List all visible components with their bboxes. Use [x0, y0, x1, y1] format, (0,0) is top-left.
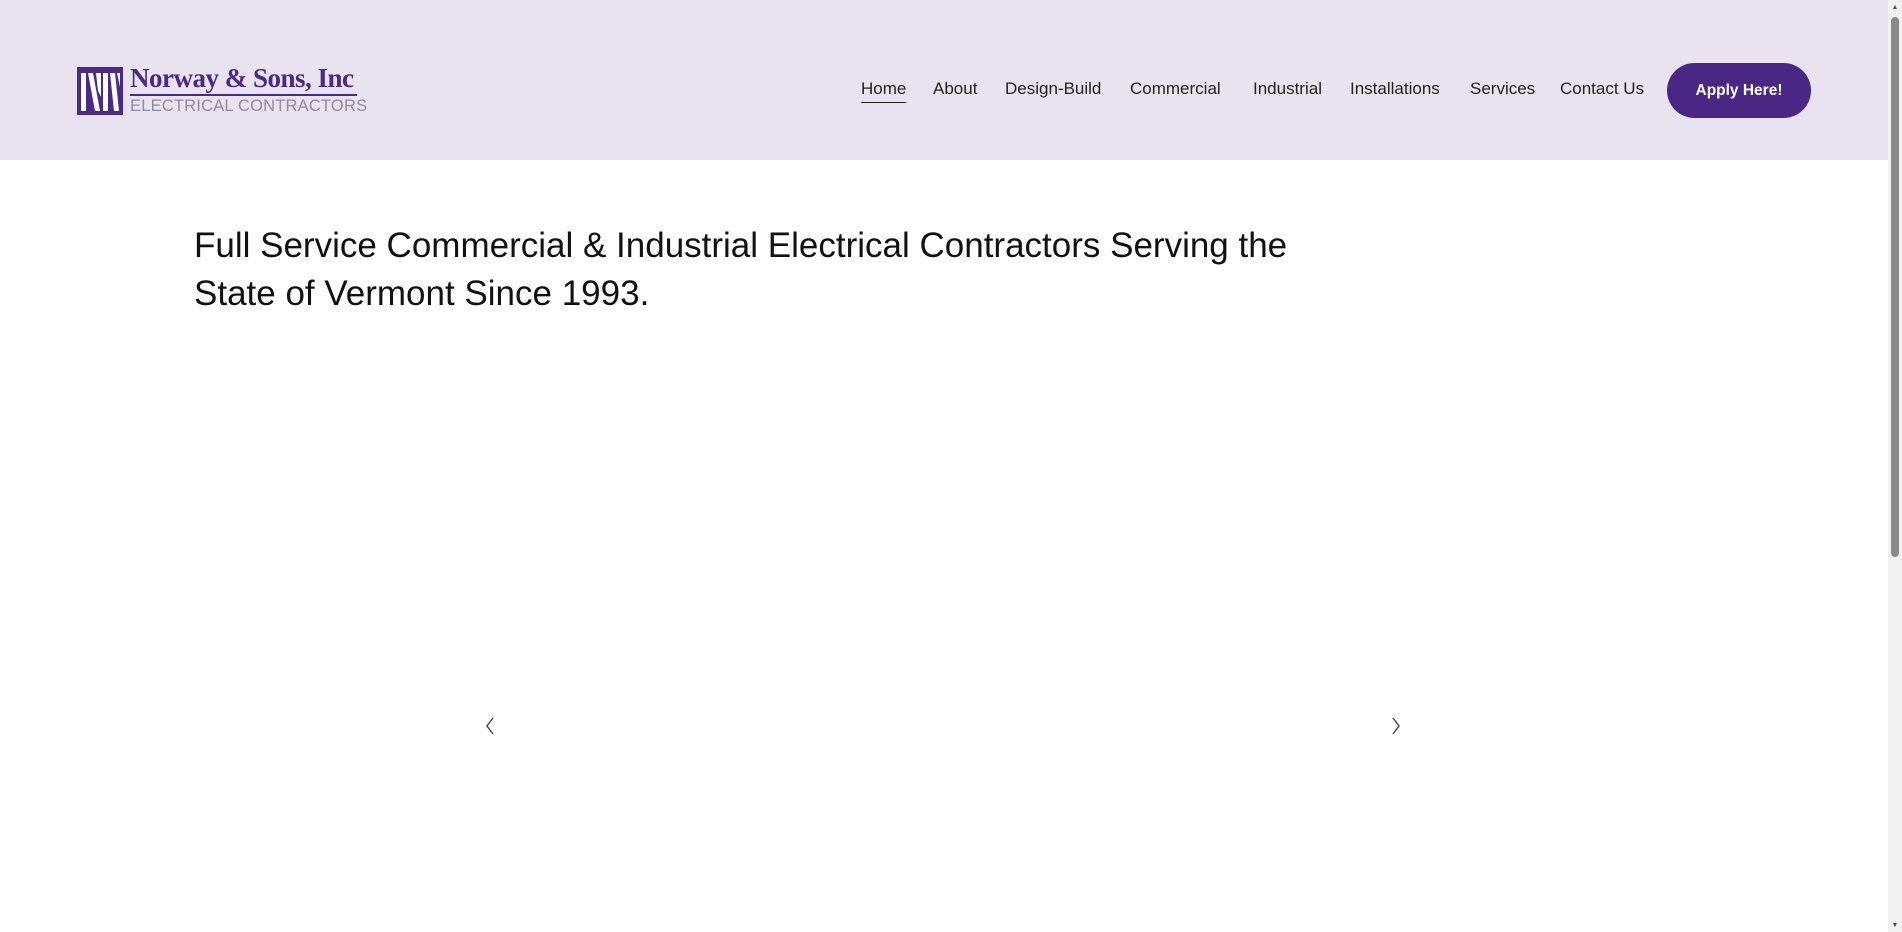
scroll-down-icon[interactable]: ▼	[1888, 918, 1902, 932]
nav-commercial[interactable]: Commercial	[1130, 79, 1221, 99]
main-nav: Home About Design-Build Commercial Indus…	[0, 0, 1888, 160]
apply-here-button[interactable]: Apply Here!	[1667, 63, 1811, 118]
nav-industrial[interactable]: Industrial	[1253, 79, 1322, 99]
nav-home[interactable]: Home	[861, 79, 907, 103]
nav-services[interactable]: Services	[1470, 79, 1535, 99]
nav-about[interactable]: About	[933, 79, 977, 99]
chevron-right-icon[interactable]	[1389, 714, 1403, 738]
nav-installations[interactable]: Installations	[1350, 79, 1440, 99]
scroll-up-icon[interactable]: ▲	[1888, 0, 1902, 14]
chevron-left-icon[interactable]	[483, 714, 497, 738]
nav-contact-us[interactable]: Contact Us	[1560, 79, 1644, 99]
site-header: Norway & Sons, Inc ELECTRICAL CONTRACTOR…	[0, 0, 1888, 160]
nav-design-build[interactable]: Design-Build	[1005, 79, 1101, 99]
scrollbar-thumb[interactable]	[1891, 17, 1899, 557]
page: Norway & Sons, Inc ELECTRICAL CONTRACTOR…	[0, 0, 1888, 932]
page-scrollbar[interactable]: ▲ ▼	[1888, 0, 1902, 932]
hero-headline: Full Service Commercial & Industrial Ele…	[194, 226, 1288, 313]
